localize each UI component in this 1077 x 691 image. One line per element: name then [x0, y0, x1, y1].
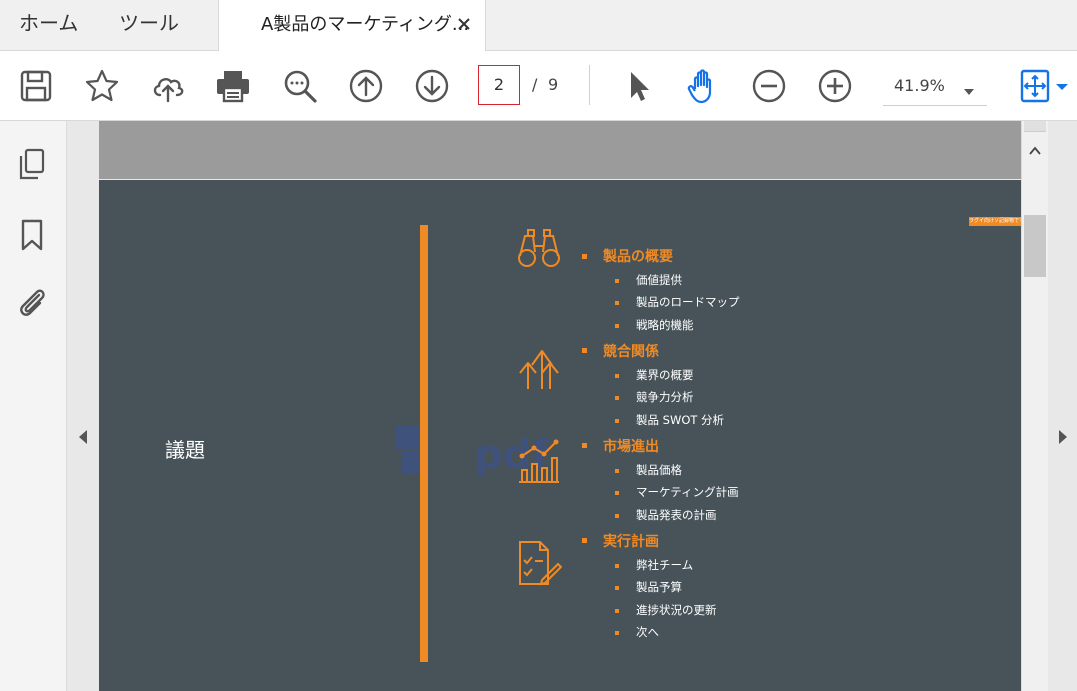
chevron-down-icon: [963, 81, 975, 95]
scrollbar-top-button[interactable]: [1024, 121, 1046, 132]
agenda-item: 製品価格: [636, 463, 682, 477]
save-icon[interactable]: [18, 68, 54, 104]
slide-title: 議題: [165, 438, 205, 462]
close-icon[interactable]: [455, 15, 473, 33]
zoom-in-icon[interactable]: [817, 68, 853, 104]
agenda-item: 業界の概要: [636, 368, 694, 382]
tab-home[interactable]: ホーム: [19, 0, 78, 50]
section-bullet: [582, 443, 587, 448]
fit-page-icon[interactable]: [1019, 68, 1071, 104]
item-bullet: [615, 631, 619, 635]
chevron-up-icon[interactable]: [1029, 141, 1041, 155]
item-bullet: [615, 586, 619, 590]
section-bullet: [582, 538, 587, 543]
agenda-item: 製品発表の計画: [636, 508, 717, 522]
zoom-search-icon[interactable]: [282, 68, 318, 104]
agenda-item: 製品予算: [636, 580, 682, 594]
previous-page-bottom: [99, 121, 1021, 179]
binoculars-icon: [516, 226, 562, 272]
agenda-item: 進捗状況の更新: [636, 603, 717, 617]
arrows-up-icon: [516, 345, 562, 391]
item-bullet: [615, 324, 619, 328]
item-bullet: [615, 419, 619, 423]
item-bullet: [615, 609, 619, 613]
page-separator: /: [532, 75, 538, 94]
tab-bar: ホーム ツール A製品のマーケティング...: [0, 0, 1077, 51]
agenda-item: 弊社チーム: [636, 558, 694, 572]
item-bullet: [615, 514, 619, 518]
item-bullet: [615, 396, 619, 400]
section-bullet: [582, 348, 587, 353]
agenda-item: 次へ: [636, 625, 659, 639]
section-bullet: [582, 254, 587, 259]
agenda-item: 戦略的機能: [636, 318, 694, 332]
document-viewer[interactable]: ラグイ向けソ記録物です 議題 pdf 製品の概要 価値提供 製品のロードマップ …: [67, 121, 1077, 691]
toolbar: 2 / 9 41.9%: [0, 51, 1077, 121]
zoom-value: 41.9%: [894, 76, 945, 95]
item-bullet: [615, 564, 619, 568]
vertical-scrollbar[interactable]: [1021, 121, 1048, 691]
agenda-item: 製品のロードマップ: [636, 295, 740, 309]
select-cursor-icon[interactable]: [620, 68, 656, 104]
previous-page-arrow-icon[interactable]: [77, 429, 89, 445]
page-down-icon[interactable]: [414, 68, 450, 104]
slide-badge: ラグイ向けソ記録物です: [969, 217, 1021, 226]
toolbar-divider: [589, 65, 590, 105]
line-chart-icon: [516, 438, 562, 484]
page-thumbnails-icon[interactable]: [15, 147, 49, 181]
checklist-icon: [516, 540, 562, 586]
star-icon[interactable]: [84, 68, 120, 104]
item-bullet: [615, 491, 619, 495]
item-bullet: [615, 301, 619, 305]
print-icon[interactable]: [215, 68, 251, 104]
scrollbar-thumb[interactable]: [1024, 215, 1046, 277]
section-title: 実行計画: [603, 534, 659, 550]
zoom-out-icon[interactable]: [751, 68, 787, 104]
attachment-icon[interactable]: [15, 285, 49, 319]
item-bullet: [615, 469, 619, 473]
slide-page: ラグイ向けソ記録物です 議題 pdf 製品の概要 価値提供 製品のロードマップ …: [99, 180, 1021, 691]
agenda-item: 製品 SWOT 分析: [636, 413, 725, 427]
zoom-select[interactable]: 41.9%: [883, 65, 987, 106]
page-up-icon[interactable]: [348, 68, 384, 104]
page-number-input[interactable]: 2: [478, 65, 520, 105]
item-bullet: [615, 279, 619, 283]
left-sidebar: [0, 121, 67, 691]
agenda-item: 競争力分析: [636, 390, 694, 404]
agenda-item: マーケティング計画: [636, 485, 739, 499]
next-page-arrow-icon[interactable]: [1057, 429, 1069, 445]
section-title: 競合関係: [603, 344, 659, 360]
item-bullet: [615, 374, 619, 378]
section-title: 製品の概要: [603, 249, 673, 265]
tab-tools[interactable]: ツール: [119, 0, 179, 50]
section-title: 市場進出: [603, 439, 659, 455]
agenda-item: 価値提供: [636, 273, 682, 287]
page-total: 9: [548, 75, 559, 94]
cloud-upload-icon[interactable]: [150, 68, 186, 104]
bookmark-icon[interactable]: [15, 218, 49, 252]
document-tab-label: A製品のマーケティング...: [261, 14, 470, 35]
tab-document[interactable]: A製品のマーケティング...: [218, 0, 486, 51]
hand-tool-icon[interactable]: [686, 68, 722, 104]
